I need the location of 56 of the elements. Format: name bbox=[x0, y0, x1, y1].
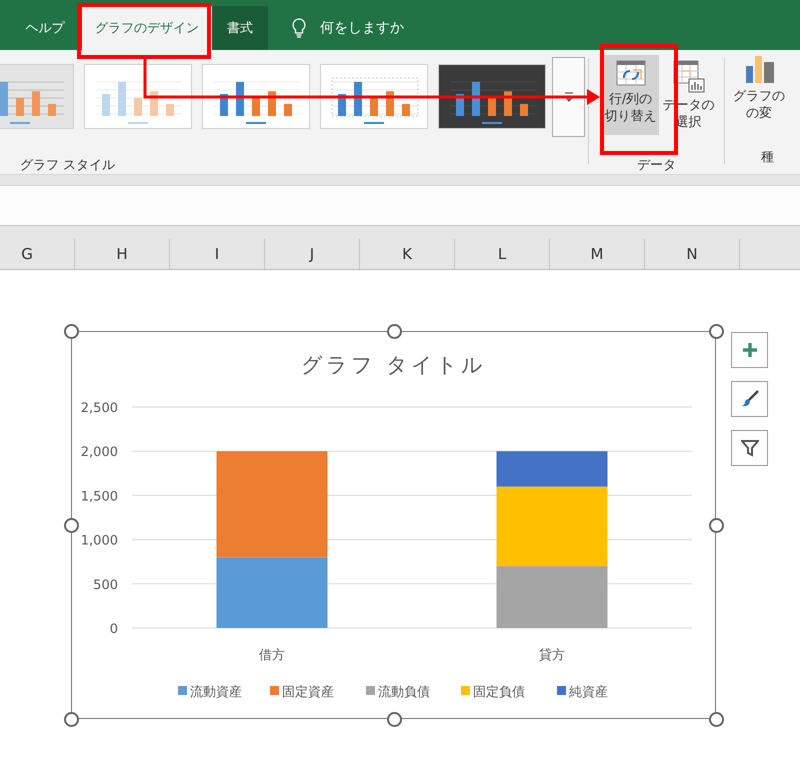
group-label: グラフ スタイル bbox=[20, 157, 116, 174]
more-icon bbox=[564, 92, 574, 102]
table-swap-icon bbox=[616, 59, 646, 87]
column-header[interactable]: I bbox=[170, 239, 265, 269]
axis-label: 貸方 bbox=[538, 648, 564, 662]
chart-elements-button[interactable] bbox=[731, 332, 768, 368]
chart-style-thumbnail[interactable] bbox=[320, 64, 428, 129]
ribbon-button[interactable]: 行/列の 切り替え bbox=[602, 55, 659, 135]
resize-handle[interactable] bbox=[386, 712, 402, 727]
resize-handle[interactable] bbox=[386, 324, 402, 339]
chart-styles-button[interactable] bbox=[731, 381, 768, 417]
axis-label: 借方 bbox=[258, 648, 284, 662]
plus-icon bbox=[742, 342, 758, 358]
resize-handle[interactable] bbox=[64, 518, 79, 533]
column-header[interactable]: K bbox=[360, 239, 455, 269]
chart-style-thumbnail[interactable] bbox=[84, 64, 192, 129]
legend-label: 流動負債 bbox=[378, 684, 430, 700]
chart-title: グラフ タイトル bbox=[300, 352, 486, 376]
ribbon-tab[interactable]: グラフのデザイン bbox=[82, 6, 212, 50]
chart-style-thumbnail[interactable] bbox=[438, 64, 546, 129]
bar-chart-icon bbox=[744, 54, 774, 84]
column-header[interactable]: H bbox=[75, 239, 170, 269]
resize-handle[interactable] bbox=[709, 518, 724, 533]
resize-handle[interactable] bbox=[709, 324, 724, 339]
axis-label: 2,000 bbox=[80, 444, 118, 460]
column-header[interactable]: L bbox=[455, 239, 550, 269]
group-label: データ bbox=[637, 157, 676, 174]
axis-label: 0 bbox=[109, 622, 118, 636]
gallery-more-button[interactable] bbox=[552, 57, 585, 137]
chart-filter-button[interactable] bbox=[731, 430, 768, 466]
axis-label: 1,500 bbox=[80, 488, 118, 504]
chart-style-thumbnail[interactable] bbox=[202, 64, 310, 129]
legend-label: 固定負債 bbox=[472, 684, 524, 700]
column-header[interactable]: N bbox=[645, 239, 740, 269]
ribbon-button[interactable]: グラフの の変 bbox=[731, 50, 788, 145]
chart-frame[interactable]: グラフ タイトル 0 500 1,000 1,500 2,000 2,500 借方 貸方 流動資産 固定資産 流動負債 固定負債 純資産 bbox=[71, 331, 716, 719]
ribbon-tab[interactable]: 書式 bbox=[212, 6, 268, 50]
column-header[interactable]: J bbox=[265, 239, 360, 269]
axis-label: 2,500 bbox=[80, 400, 118, 416]
legend-label: 純資産 bbox=[568, 684, 608, 700]
legend-label: 固定資産 bbox=[282, 684, 334, 700]
axis-label: 500 bbox=[92, 577, 118, 592]
paintbrush-icon bbox=[740, 390, 758, 408]
column-header[interactable]: M bbox=[550, 239, 645, 269]
column-header[interactable]: G bbox=[0, 239, 75, 269]
legend-label: 流動資産 bbox=[190, 684, 242, 700]
table-chart-icon bbox=[672, 59, 705, 93]
axis-label: 1,000 bbox=[80, 533, 118, 548]
group-label: 種 bbox=[761, 149, 774, 166]
resize-handle[interactable] bbox=[709, 712, 724, 727]
lightbulb-icon bbox=[292, 18, 306, 38]
resize-handle[interactable] bbox=[64, 712, 79, 727]
resize-handle[interactable] bbox=[64, 324, 79, 339]
tell-me-search[interactable]: 何をしますか bbox=[320, 19, 404, 37]
filter-icon bbox=[740, 439, 758, 457]
ribbon-tab[interactable]: ヘルプ bbox=[20, 6, 82, 50]
